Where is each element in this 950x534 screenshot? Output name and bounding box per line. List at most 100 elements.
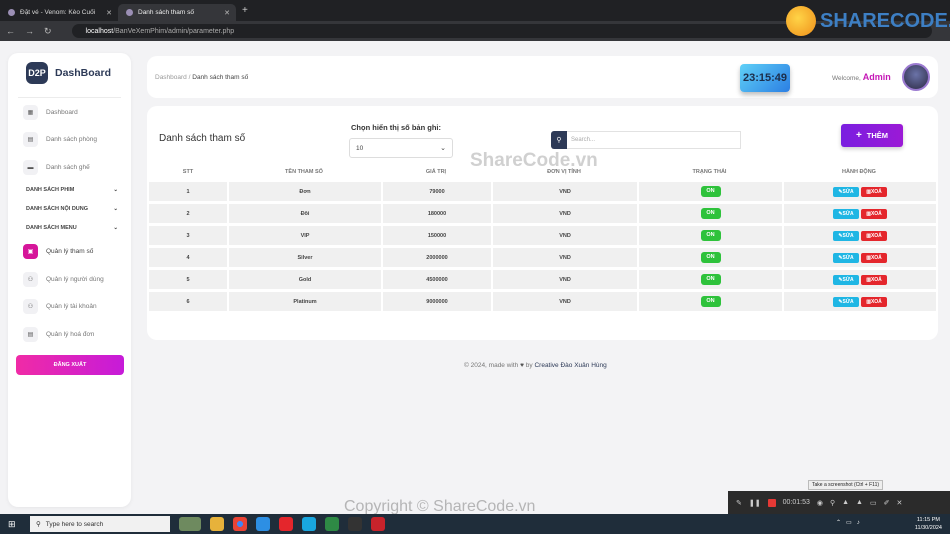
user-icon: ⚇ (23, 272, 38, 287)
app-icon[interactable] (325, 517, 339, 531)
edit-button[interactable]: ✎SỬA (833, 296, 859, 307)
chrome-icon[interactable] (233, 517, 247, 531)
delete-button[interactable]: ▥XOÁ (861, 230, 887, 241)
status-badge[interactable]: ON (700, 252, 721, 263)
sidebar-item-accounts[interactable]: ⚇ Quản lý tài khoản (23, 299, 97, 314)
taskbar-search[interactable]: ⚲ Type here to search (30, 516, 170, 532)
delete-button[interactable]: ▥XOÁ (861, 252, 887, 263)
tray-clock[interactable]: 11:15 PM 11/30/2024 (915, 516, 942, 532)
status-badge[interactable]: ON (700, 230, 721, 241)
browser-tab-2[interactable]: Danh sách tham số ✕ (118, 4, 236, 21)
forward-icon[interactable]: → (25, 26, 34, 36)
status-badge[interactable]: ON (700, 208, 721, 219)
new-tab-icon[interactable]: + (242, 5, 248, 16)
tray-time: 11:15 PM (916, 517, 940, 523)
edit-label: SỬA (842, 298, 854, 305)
sidebar-item-parameters[interactable]: ▣ Quản lý tham số (23, 244, 93, 259)
vscode-icon[interactable] (256, 517, 270, 531)
zoom-icon[interactable]: ⚲ (830, 499, 835, 507)
tab-close-icon[interactable]: ✕ (224, 9, 230, 17)
unit-cell: VND (491, 270, 637, 289)
marker-icon[interactable]: ▲ (842, 499, 849, 506)
sidebar-item-label: Quản lý tài khoản (46, 303, 97, 310)
close-icon[interactable]: ✕ (896, 499, 902, 507)
name-cell: Silver (227, 248, 381, 267)
footer-text: © 2024, made with (464, 362, 519, 369)
reload-icon[interactable]: ↻ (44, 26, 52, 37)
value-cell: 79000 (381, 182, 491, 201)
page-title: Danh sách tham số (159, 133, 246, 144)
sidebar-item-rooms[interactable]: ▤ Danh sách phòng (23, 132, 97, 147)
heart-icon: ♥ (520, 362, 524, 369)
delete-label: XOÁ (870, 188, 882, 195)
status-cell: ON (637, 292, 782, 311)
app-icon[interactable] (302, 517, 316, 531)
sidebar-section-menu[interactable]: DANH SÁCH MENU ⌄ (26, 225, 118, 231)
delete-button[interactable]: ▥XOÁ (861, 186, 887, 197)
pen-icon[interactable]: ✎ (736, 499, 742, 507)
comment-icon[interactable]: ▭ (870, 499, 877, 507)
footer: © 2024, made with ♥ by Creative Đào Xuân… (464, 362, 607, 369)
delete-button[interactable]: ▥XOÁ (861, 208, 887, 219)
status-badge[interactable]: ON (700, 274, 721, 285)
system-tray-icons[interactable]: ⌃▭♪ (836, 519, 865, 526)
sidebar-item-invoices[interactable]: ▤ Quản lý hoá đơn (23, 327, 94, 342)
avatar[interactable] (902, 63, 930, 91)
sidebar-item-seats[interactable]: ▬ Danh sách ghế (23, 160, 90, 175)
edit-button[interactable]: ✎SỬA (833, 230, 859, 241)
tab-close-icon[interactable]: ✕ (106, 9, 112, 17)
actions-cell: ✎SỬA ▥XOÁ (782, 204, 936, 223)
page-size-select[interactable]: 10 ⌄ (349, 138, 453, 158)
delete-label: XOÁ (870, 254, 882, 261)
sidebar-section-films[interactable]: DANH SÁCH PHIM ⌄ (26, 187, 118, 193)
name-cell: Platinum (227, 292, 381, 311)
add-button[interactable]: + THÊM (841, 124, 903, 147)
tab-favicon-icon (126, 9, 133, 16)
windows-start-icon[interactable]: ⊞ (8, 519, 22, 530)
stop-icon[interactable] (767, 498, 776, 507)
youtube-icon[interactable] (279, 517, 293, 531)
edit-icon[interactable]: ✐ (884, 499, 890, 507)
browser-tab-1[interactable]: Đặt vé - Venom: Kèo Cuối ✕ (0, 4, 118, 21)
value-cell: 2000000 (381, 248, 491, 267)
delete-button[interactable]: ▥XOÁ (861, 274, 887, 285)
file-explorer-icon[interactable] (210, 517, 224, 531)
search-icon[interactable]: ⚲ (551, 131, 567, 149)
edit-button[interactable]: ✎SỬA (833, 252, 859, 263)
status-badge[interactable]: ON (700, 186, 721, 197)
logout-button[interactable]: ĐĂNG XUẤT (16, 355, 124, 375)
unit-cell: VND (491, 204, 637, 223)
edit-button[interactable]: ✎SỬA (833, 208, 859, 219)
delete-button[interactable]: ▥XOÁ (861, 296, 887, 307)
pause-icon[interactable]: ❚❚ (749, 499, 761, 507)
camera-icon[interactable]: ◉ (817, 499, 823, 507)
back-icon[interactable]: ← (6, 26, 15, 36)
logo-text: SHARECODE.vn (820, 9, 950, 32)
invoice-icon: ▤ (23, 327, 38, 342)
unit-cell: VND (491, 292, 637, 311)
sidebar-item-dashboard[interactable]: ▦ Dashboard (23, 105, 78, 120)
breadcrumb-root[interactable]: Dashboard (155, 74, 187, 81)
delete-label: XOÁ (870, 276, 882, 283)
recorder-app-icon[interactable] (371, 517, 385, 531)
value-cell: 4500000 (381, 270, 491, 289)
sidebar: D2P DashBoard ▦ Dashboard ▤ Danh sách phòn… (8, 53, 131, 507)
terminal-icon[interactable] (348, 517, 362, 531)
footer-author[interactable]: Creative Đào Xuân Hùng (534, 362, 606, 369)
search-icon: ⚲ (36, 521, 41, 528)
edit-button[interactable]: ✎SỬA (833, 274, 859, 285)
welcome-label: Welcome, (832, 75, 861, 82)
sidebar-section-content[interactable]: DANH SÁCH NỘI DUNG ⌄ (26, 206, 118, 212)
status-badge[interactable]: ON (700, 296, 721, 307)
edit-button[interactable]: ✎SỬA (833, 186, 859, 197)
mic-icon[interactable]: ▲ (856, 499, 863, 506)
brand[interactable]: D2P DashBoard (26, 62, 111, 84)
sidebar-item-label: Danh sách phòng (46, 136, 97, 143)
sidebar-item-users[interactable]: ⚇ Quản lý người dùng (23, 272, 104, 287)
name-cell: Đơn (227, 182, 381, 201)
screenshot-tooltip: Take a screenshot (Ctrl + F11) (808, 480, 884, 490)
search-input[interactable]: Search... (567, 131, 741, 149)
stt-cell: 5 (149, 270, 227, 289)
table-row: 4 Silver 2000000 VND ON ✎SỬA ▥XOÁ (149, 248, 936, 267)
tab-favicon-icon (8, 9, 15, 16)
